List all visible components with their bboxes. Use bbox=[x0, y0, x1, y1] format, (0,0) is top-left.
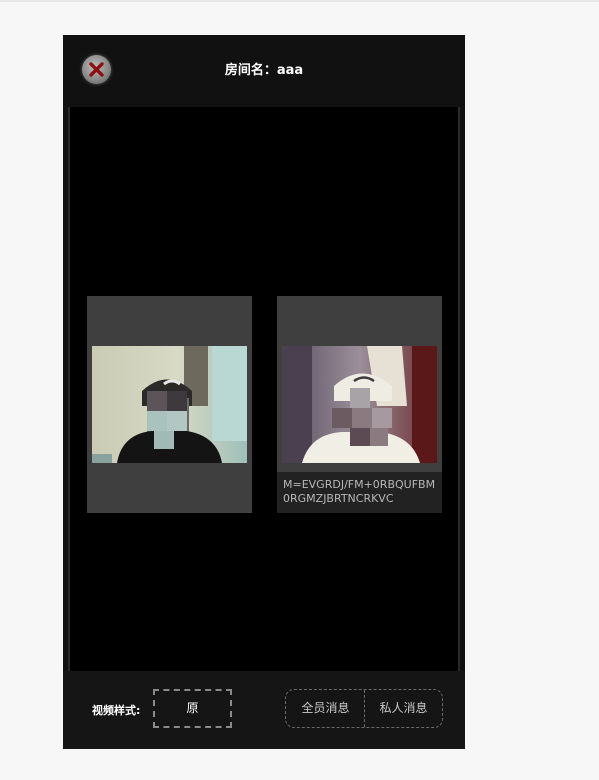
video-tile-remote[interactable]: M=EVGRDJ/FM+0RBQUFBM0RGMZJBRTNCRKVC bbox=[277, 296, 442, 513]
video-chat-window: 房间名：aaa M=EVGRDJ/FM+0RBQUFBM0RGMZJBRTNCR… bbox=[63, 35, 465, 749]
room-title: 房间名：aaa bbox=[224, 63, 304, 78]
top-rule bbox=[0, 0, 599, 2]
webcam-frame bbox=[92, 346, 247, 463]
footer-controls: 视频样式: 原 全员消息 私人消息 bbox=[63, 671, 465, 749]
video-stage: M=EVGRDJ/FM+0RBQUFBM0RGMZJBRTNCRKVC bbox=[68, 107, 460, 671]
private-message-button[interactable]: 私人消息 bbox=[365, 690, 442, 727]
video-tile-local[interactable] bbox=[87, 296, 252, 513]
message-button-group: 全员消息 私人消息 bbox=[285, 689, 443, 728]
video-feed-remote bbox=[282, 346, 437, 463]
video-style-label: 视频样式: bbox=[92, 704, 141, 717]
video-caption-remote: M=EVGRDJ/FM+0RBQUFBM0RGMZJBRTNCRKVC bbox=[283, 478, 436, 505]
all-message-button[interactable]: 全员消息 bbox=[286, 690, 365, 727]
video-feed-local bbox=[92, 346, 247, 463]
header-bar: 房间名：aaa bbox=[63, 35, 465, 107]
webcam-frame bbox=[282, 346, 437, 463]
video-style-select[interactable]: 原 bbox=[153, 689, 232, 728]
